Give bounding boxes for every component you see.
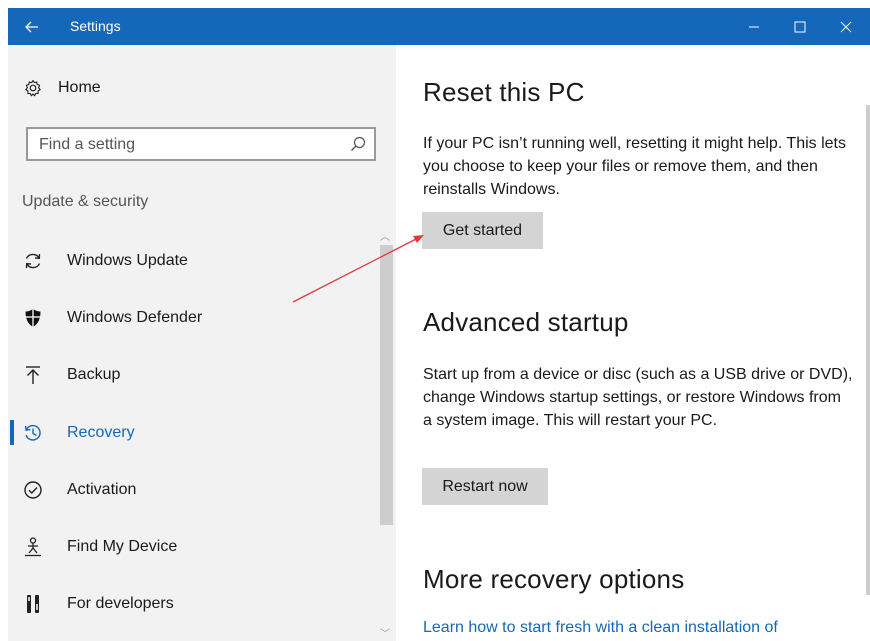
- minimize-button[interactable]: [731, 8, 777, 45]
- sidebar-item-label: Activation: [67, 480, 137, 498]
- more-recovery-title: More recovery options: [423, 564, 685, 594]
- active-indicator: [10, 419, 14, 445]
- sidebar-item-windows-defender[interactable]: Windows Defender: [8, 289, 378, 346]
- sidebar-scroll-thumb[interactable]: [380, 245, 393, 525]
- restart-now-button[interactable]: Restart now: [422, 468, 548, 505]
- sidebar-item-find-my-device[interactable]: Find My Device: [8, 518, 378, 575]
- advanced-startup-title: Advanced startup: [423, 307, 629, 337]
- minimize-icon: [749, 26, 759, 27]
- developer-tools-icon: [8, 594, 58, 614]
- maximize-button[interactable]: [777, 8, 823, 45]
- sidebar-item-backup[interactable]: Backup: [8, 347, 378, 404]
- close-icon: [840, 21, 852, 32]
- sidebar-item-recovery[interactable]: Recovery: [8, 404, 378, 461]
- home-label: Home: [58, 79, 101, 96]
- sidebar-item-windows-update[interactable]: Windows Update: [8, 232, 378, 289]
- back-button[interactable]: [8, 8, 56, 45]
- reset-title: Reset this PC: [423, 77, 585, 107]
- scroll-up-icon[interactable]: ︿: [380, 228, 390, 243]
- search-input[interactable]: Find a setting: [39, 136, 135, 154]
- title-bar: Settings: [8, 8, 870, 45]
- clean-install-link[interactable]: Learn how to start fresh with a clean in…: [423, 619, 778, 637]
- check-circle-icon: [8, 480, 58, 500]
- sidebar-item-label: Windows Update: [67, 251, 188, 269]
- content-scrollbar[interactable]: [866, 105, 870, 595]
- person-location-icon: [8, 537, 58, 557]
- sidebar-item-label: Backup: [67, 366, 121, 384]
- sidebar-item-label: For developers: [67, 595, 174, 613]
- upload-icon: [8, 365, 58, 385]
- sidebar-item-activation[interactable]: Activation: [8, 461, 378, 518]
- main-content: Reset this PC If your PC isn’t running w…: [420, 45, 860, 641]
- close-button[interactable]: [823, 8, 869, 45]
- sidebar-item-label: Find My Device: [67, 538, 178, 556]
- reset-description: If your PC isn’t running well, resetting…: [423, 135, 846, 198]
- scroll-down-icon[interactable]: ﹀: [380, 625, 390, 640]
- maximize-icon: [794, 21, 806, 32]
- sidebar: Home Find a setting Update & security Wi…: [8, 45, 396, 641]
- sync-icon: [8, 251, 58, 271]
- sidebar-nav: Windows Update Windows Defender Backup R…: [8, 232, 378, 633]
- window-title: Settings: [70, 18, 121, 34]
- sidebar-item-home[interactable]: Home: [8, 71, 368, 105]
- history-icon: [8, 423, 58, 443]
- search-box[interactable]: Find a setting: [26, 127, 376, 161]
- settings-window: Home Find a setting Update & security Wi…: [8, 45, 870, 641]
- search-icon[interactable]: [350, 136, 366, 157]
- back-arrow-icon: [25, 21, 38, 32]
- shield-icon: [8, 308, 58, 328]
- sidebar-item-for-developers[interactable]: For developers: [8, 576, 378, 633]
- sidebar-item-label: Recovery: [67, 423, 135, 441]
- get-started-button[interactable]: Get started: [422, 212, 543, 249]
- advanced-startup-description: Start up from a device or disc (such as …: [423, 366, 853, 429]
- group-label: Update & security: [22, 193, 149, 210]
- sidebar-item-label: Windows Defender: [67, 308, 203, 326]
- gear-icon: [8, 79, 58, 97]
